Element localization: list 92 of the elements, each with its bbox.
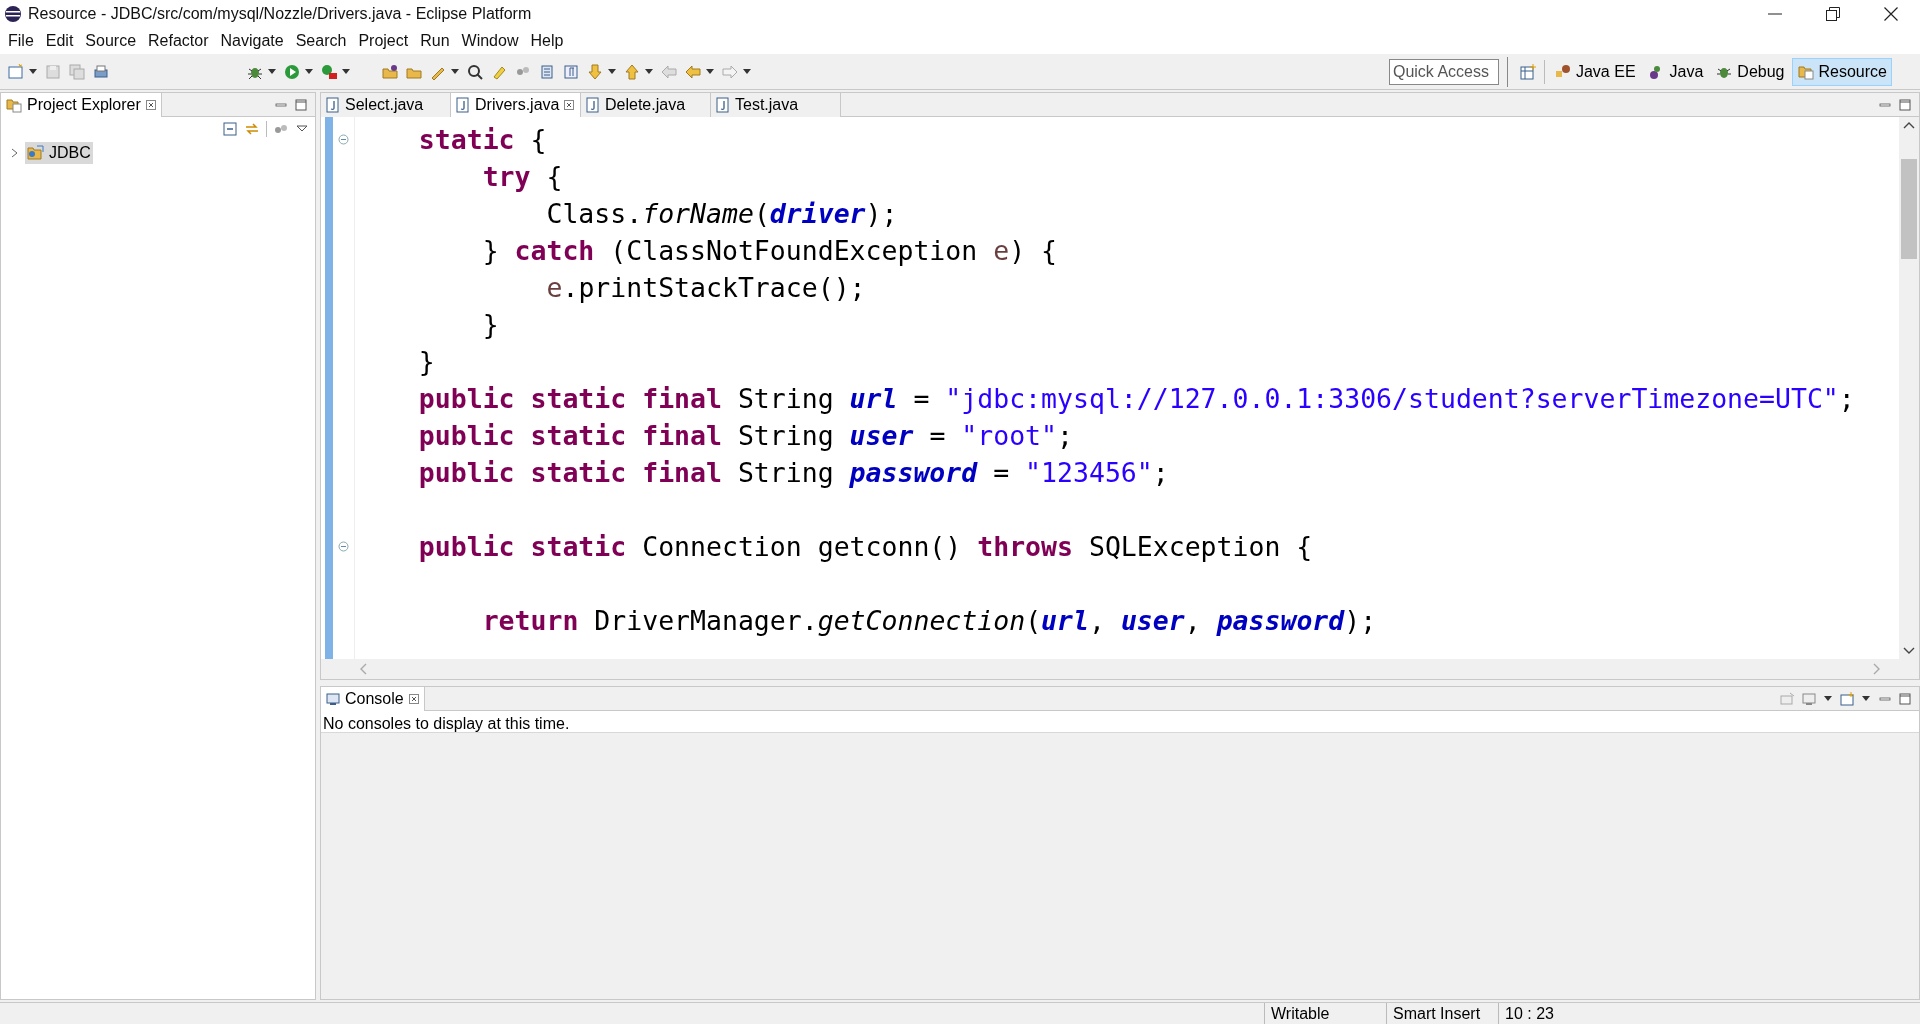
status-field: Writable bbox=[1264, 1003, 1386, 1024]
menu-item[interactable]: Navigate bbox=[214, 29, 290, 53]
view-tab[interactable]: Project Explorer bbox=[1, 92, 162, 117]
table-plus-icon bbox=[1518, 62, 1537, 81]
dropdown-caret-icon[interactable] bbox=[267, 67, 277, 76]
window-title: Resource - JDBC/src/com/mysql/Nozzle/Drivers.java - Eclipse Platform bbox=[28, 4, 532, 24]
code-line: public static final String url = "jdbc:mysql://127.0.0.1:3306/student?serverTimezone=UTC"; bbox=[417, 382, 1855, 416]
horizontal-scrollbar[interactable] bbox=[321, 659, 1919, 679]
dropdown-caret-icon[interactable] bbox=[450, 67, 460, 76]
maximize-icon[interactable] bbox=[1899, 692, 1911, 705]
search-icon bbox=[466, 62, 484, 81]
arrow-up-icon bbox=[623, 62, 641, 81]
editor-tab[interactable]: Delete.java bbox=[581, 92, 711, 117]
dropdown-caret-icon[interactable] bbox=[304, 67, 314, 76]
open-folder-icon bbox=[381, 62, 399, 81]
fold-icon[interactable] bbox=[338, 541, 349, 552]
menu-item[interactable]: Source bbox=[79, 29, 143, 53]
scroll-left-icon[interactable] bbox=[359, 663, 367, 675]
close-icon bbox=[1884, 7, 1898, 21]
perspective-button[interactable]: Resource bbox=[1791, 57, 1892, 86]
code-line: } bbox=[417, 345, 435, 379]
editor-tab[interactable]: Drivers.java bbox=[451, 92, 581, 117]
block-icon bbox=[538, 62, 556, 81]
pilcrow-icon bbox=[562, 62, 580, 81]
dropdown-caret-icon[interactable] bbox=[1861, 694, 1871, 703]
quick-access-field[interactable]: Quick Access bbox=[1388, 58, 1499, 85]
menu-item[interactable]: Edit bbox=[39, 29, 80, 53]
code-line: } bbox=[481, 308, 499, 342]
editor-tab[interactable]: Test.java bbox=[711, 92, 841, 117]
run-tool-icon bbox=[320, 62, 338, 81]
code-line: static { bbox=[417, 123, 547, 157]
java-file-icon bbox=[586, 96, 600, 113]
java-file-icon bbox=[716, 96, 730, 113]
restore-icon bbox=[1826, 7, 1840, 21]
close-icon[interactable] bbox=[408, 693, 419, 704]
dropdown-caret-icon[interactable] bbox=[644, 67, 654, 76]
minimize-icon bbox=[1768, 13, 1782, 15]
new-console-icon[interactable] bbox=[1839, 690, 1855, 707]
scrollbar-thumb[interactable] bbox=[1901, 159, 1917, 259]
scroll-down-icon[interactable] bbox=[1903, 647, 1915, 655]
maximize-icon[interactable] bbox=[295, 98, 307, 111]
project-icon bbox=[27, 144, 45, 162]
arrow-down-icon bbox=[586, 62, 604, 81]
menu-item[interactable]: Help bbox=[524, 29, 570, 53]
dropdown-caret-icon[interactable] bbox=[607, 67, 617, 76]
perspective-button[interactable]: Java bbox=[1642, 57, 1709, 86]
printer-icon bbox=[92, 62, 110, 81]
code-line: } catch (ClassNotFoundException e) { bbox=[481, 234, 1058, 268]
vertical-scrollbar[interactable] bbox=[1899, 117, 1919, 659]
code-line: try { bbox=[481, 160, 563, 194]
view-tab[interactable]: Console bbox=[321, 686, 425, 711]
menu-item[interactable]: Run bbox=[414, 29, 456, 53]
tree-item[interactable]: JDBC bbox=[25, 142, 93, 164]
perspective-button[interactable]: Debug bbox=[1710, 57, 1790, 86]
code-line: public static final String password = "123456"; bbox=[417, 456, 1169, 490]
maximize-icon[interactable] bbox=[1899, 98, 1911, 111]
menu-item[interactable]: File bbox=[2, 29, 40, 53]
dropdown-caret-icon[interactable] bbox=[341, 67, 351, 76]
save-all-icon bbox=[68, 62, 86, 81]
new-file-icon bbox=[7, 62, 25, 81]
code-line: public static Connection getconn() throws SQLException { bbox=[417, 530, 1313, 564]
folder-tree-icon bbox=[6, 96, 22, 113]
menu-item[interactable]: Window bbox=[455, 29, 525, 53]
run-icon bbox=[283, 62, 301, 81]
status-field: Smart Insert bbox=[1386, 1003, 1498, 1024]
code-line: return DriverManager.getConnection(url, user, password); bbox=[481, 604, 1377, 638]
fold-icon[interactable] bbox=[338, 134, 349, 145]
code-line: e.printStackTrace(); bbox=[545, 271, 866, 305]
perspective-button[interactable]: Java EE bbox=[1548, 57, 1641, 86]
save-icon bbox=[44, 62, 62, 81]
scroll-up-icon[interactable] bbox=[1903, 121, 1915, 129]
menu-item[interactable]: Project bbox=[352, 29, 415, 53]
console-message: No consoles to display at this time. bbox=[321, 711, 1919, 733]
menu-item[interactable]: Search bbox=[289, 29, 353, 53]
monitor-icon bbox=[326, 691, 340, 706]
editor-tab[interactable]: Select.java bbox=[321, 92, 451, 117]
status-field: 10 : 23 bbox=[1498, 1003, 1598, 1024]
close-icon[interactable] bbox=[564, 99, 575, 110]
menu-item[interactable]: Refactor bbox=[142, 29, 215, 53]
dropdown-caret-icon[interactable] bbox=[705, 67, 715, 76]
dropdown-caret-icon[interactable] bbox=[1823, 694, 1833, 703]
close-icon[interactable] bbox=[145, 99, 156, 110]
display-console-icon[interactable] bbox=[1801, 690, 1817, 707]
dropdown-caret-icon[interactable] bbox=[28, 67, 38, 76]
link-editor-icon[interactable] bbox=[244, 121, 260, 137]
dropdown-caret-icon[interactable] bbox=[742, 67, 752, 76]
collapse-all-icon[interactable] bbox=[222, 121, 238, 137]
scroll-right-icon[interactable] bbox=[1873, 663, 1881, 675]
java-file-icon bbox=[326, 96, 340, 113]
java-file-icon bbox=[456, 96, 470, 113]
code-line: Class.forName(driver); bbox=[545, 197, 898, 231]
code-line: public static final String user = "root"; bbox=[417, 419, 1073, 453]
